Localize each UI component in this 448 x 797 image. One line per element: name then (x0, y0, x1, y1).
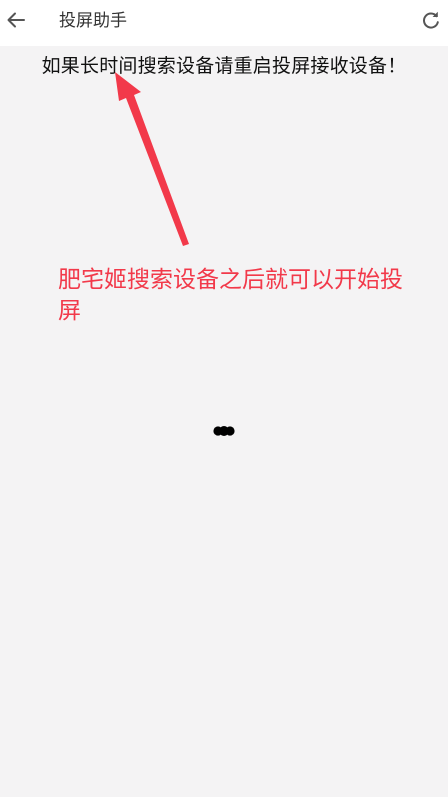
search-hint-text: 如果长时间搜索设备请重启投屏接收设备！ (41, 55, 407, 77)
back-button[interactable] (2, 5, 30, 39)
refresh-button[interactable] (416, 6, 446, 38)
back-arrow-icon (6, 10, 26, 34)
loading-dots-icon (213, 426, 235, 436)
refresh-icon (421, 10, 441, 34)
page-title: 投屏助手 (59, 11, 127, 31)
annotation-text: 肥宅姬搜索设备之后就可以开始投屏 (58, 267, 403, 324)
app-bar: 投屏助手 (0, 0, 448, 46)
annotation-arrow-icon (115, 72, 189, 246)
